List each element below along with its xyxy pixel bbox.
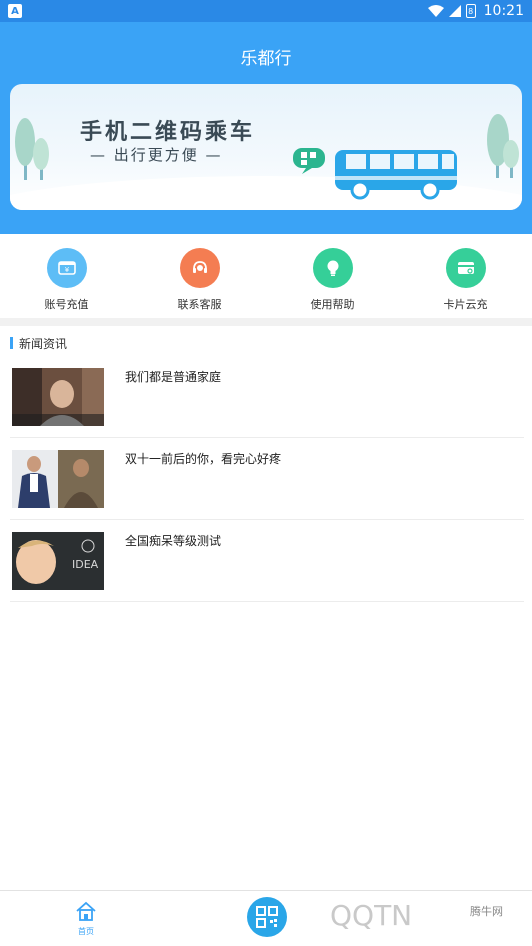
watermark-site: 腾牛网 — [470, 905, 503, 918]
news-item[interactable]: 我们都是普通家庭 — [10, 358, 524, 438]
app-notification-icon: A — [8, 4, 22, 18]
card-recharge-label: 卡片云充 — [443, 298, 488, 311]
customer-service-button[interactable]: 联系客服 — [133, 234, 266, 318]
customer-service-label: 联系客服 — [177, 298, 222, 311]
news-section-heading: 新闻资讯 — [10, 334, 67, 352]
wallet-icon: ¥ — [46, 248, 87, 288]
quick-actions: ¥ 账号充值 联系客服 使用帮助 卡片云充 — [0, 234, 532, 318]
heading-accent — [10, 337, 13, 349]
news-title: 双十一前后的你，看完心好疼 — [125, 452, 282, 466]
banner-title: 手机二维码乘车 — [80, 120, 256, 145]
help-button[interactable]: 使用帮助 — [266, 234, 399, 318]
wifi-icon — [427, 5, 444, 17]
home-icon — [76, 901, 96, 921]
signal-icon — [448, 5, 461, 17]
news-title: 我们都是普通家庭 — [125, 370, 222, 384]
card-icon — [445, 248, 486, 288]
recharge-button[interactable]: ¥ 账号充值 — [0, 234, 133, 318]
page-title: 乐都行 — [240, 49, 292, 69]
battery-icon: 8 — [465, 4, 476, 18]
recharge-label: 账号充值 — [44, 298, 89, 311]
news-item[interactable]: 双十一前后的你，看完心好疼 — [10, 440, 524, 520]
news-item[interactable]: IDEA 全国痴呆等级测试 — [10, 522, 524, 602]
news-thumbnail: IDEA — [12, 532, 104, 590]
promo-banner[interactable]: 手机二维码乘车 — 出行更方便 — — [10, 84, 522, 210]
status-bar: A 8 10:21 — [0, 0, 532, 22]
banner-illustration — [10, 114, 522, 210]
news-heading: 新闻资讯 — [19, 336, 68, 351]
section-divider — [0, 318, 532, 326]
card-recharge-button[interactable]: 卡片云充 — [399, 234, 532, 318]
help-label: 使用帮助 — [310, 298, 355, 311]
nav-home[interactable]: 首页 — [66, 901, 106, 937]
watermark-logo: QQTN — [330, 899, 413, 932]
status-icons: 8 10:21 — [427, 3, 524, 19]
news-title: 全国痴呆等级测试 — [125, 534, 222, 548]
nav-home-label: 首页 — [78, 927, 94, 936]
headset-icon — [179, 248, 220, 288]
bottom-navigation: 首页 QQTN 腾牛网 — [0, 890, 532, 946]
news-thumbnail — [12, 368, 104, 426]
news-thumbnail — [12, 450, 104, 508]
lightbulb-icon — [312, 248, 353, 288]
clock: 10:21 — [483, 3, 524, 19]
banner-subtitle: — 出行更方便 — — [90, 146, 223, 164]
qr-code-icon — [256, 906, 278, 928]
header: 乐都行 手机二维码乘车 — 出行更方便 — — [0, 22, 532, 234]
battery-level: 8 — [468, 6, 474, 16]
svg-text:IDEA: IDEA — [72, 558, 99, 571]
qr-scan-button[interactable] — [247, 897, 287, 937]
svg-text:¥: ¥ — [64, 266, 69, 274]
